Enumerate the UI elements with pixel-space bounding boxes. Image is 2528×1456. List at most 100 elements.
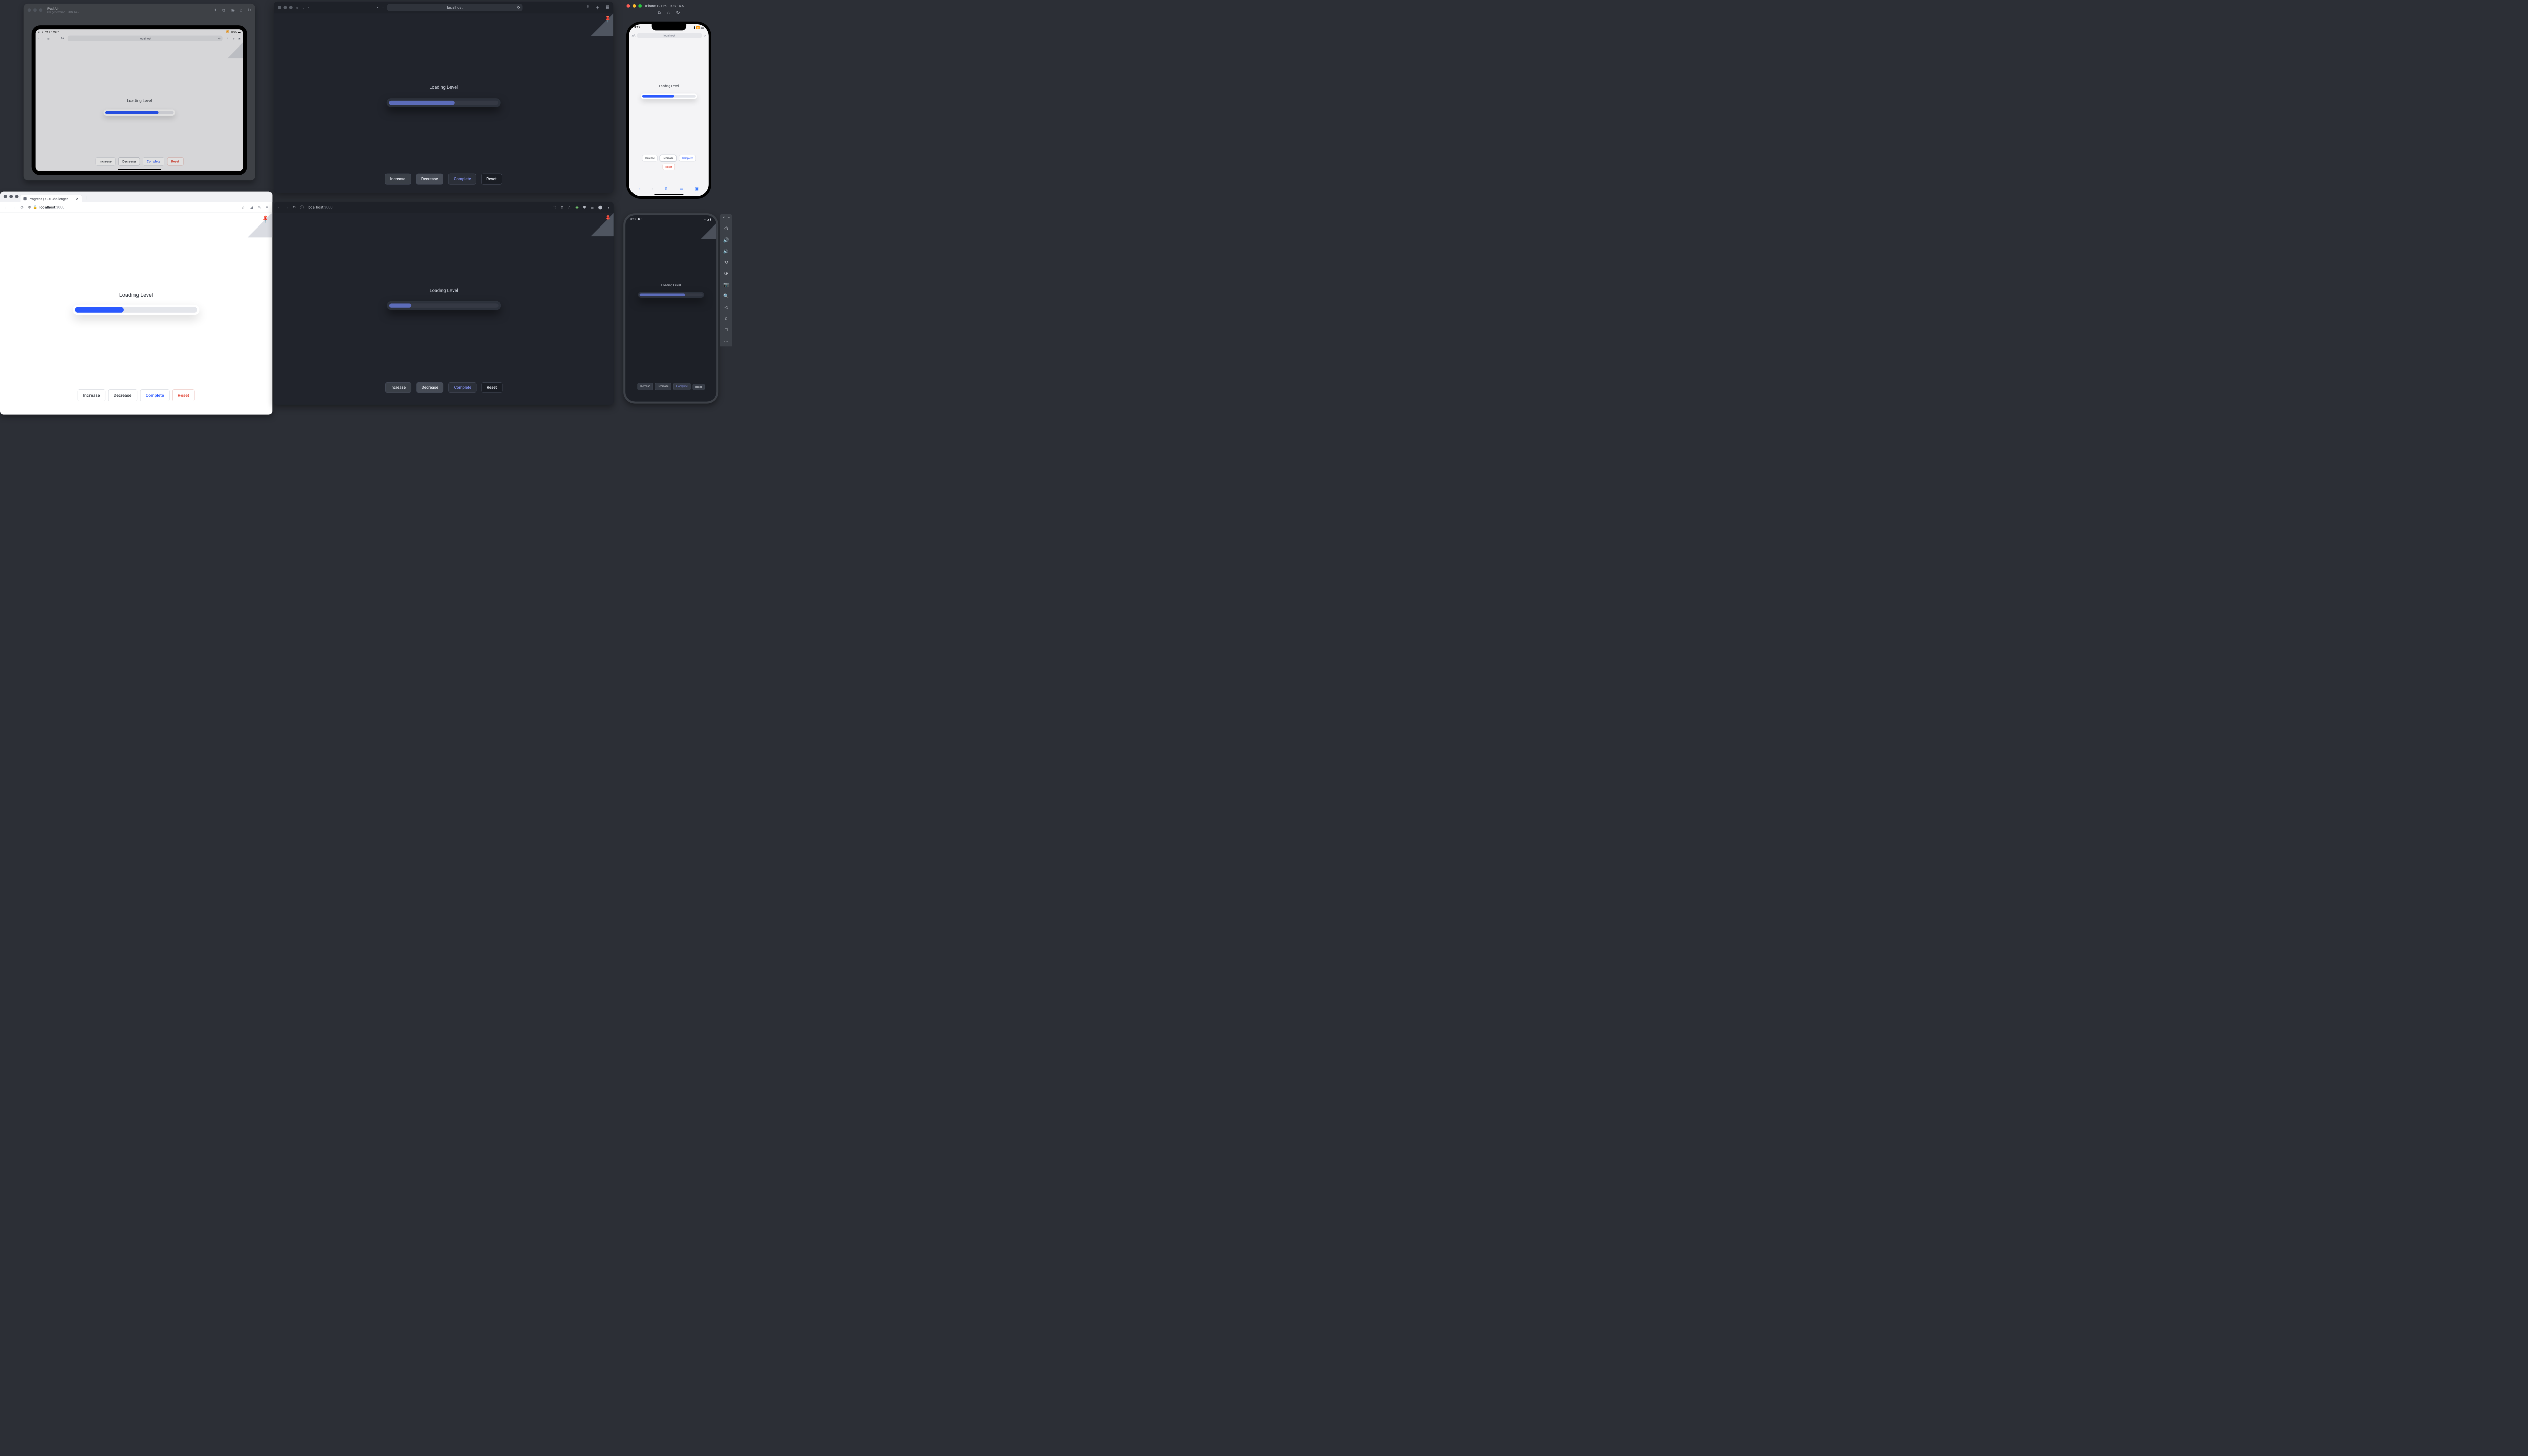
reset-button[interactable]: Reset (692, 384, 704, 390)
new-tab-icon[interactable]: ＋ (232, 37, 235, 40)
complete-button[interactable]: Complete (143, 157, 164, 165)
rotate-left-icon[interactable]: ⟲ (724, 259, 728, 265)
complete-button[interactable]: Complete (448, 174, 476, 185)
increase-button[interactable]: Increase (385, 382, 411, 393)
share-icon[interactable]: ⇪ (227, 37, 229, 40)
forward-icon[interactable]: › (652, 186, 653, 191)
shield-icon[interactable]: ◐ (377, 6, 378, 9)
rotate-right-icon[interactable]: ⟳ (724, 270, 728, 276)
sim-record-icon[interactable]: ◉ (231, 8, 234, 13)
share-icon[interactable]: ⇪ (586, 4, 590, 11)
volume-down-icon[interactable]: 🔉 (723, 248, 729, 254)
bookmarks-icon[interactable]: ▭ (679, 186, 683, 191)
sim-home-icon[interactable]: ⌂ (667, 10, 670, 18)
increase-button[interactable]: Increase (385, 174, 411, 185)
decrease-button[interactable]: Decrease (660, 155, 676, 161)
text-size-icon[interactable]: AA (61, 37, 64, 40)
sidebar-icon[interactable]: ▥ (47, 37, 49, 40)
window-traffic-lights[interactable] (278, 6, 293, 9)
hamburger-menu-icon[interactable]: ≡ (266, 205, 268, 210)
bookmark-star-icon[interactable]: ☆ (568, 205, 571, 210)
install-app-icon[interactable]: ⬚ (553, 205, 556, 210)
sim-rotate-icon[interactable]: ↻ (676, 10, 680, 18)
increase-button[interactable]: Increase (96, 157, 116, 165)
shield-icon[interactable]: ⛨ (28, 205, 31, 210)
volume-up-icon[interactable]: 🔊 (723, 237, 729, 243)
share-icon[interactable]: ⇪ (560, 205, 563, 210)
browser-tab[interactable]: Progress | GUI Challenges ✕ (20, 195, 82, 202)
back-icon[interactable]: ← (278, 205, 281, 210)
reset-button[interactable]: Reset (172, 389, 194, 401)
increase-button[interactable]: Increase (642, 155, 658, 161)
reload-icon[interactable]: ⟳ (20, 205, 24, 210)
chevron-down-icon[interactable]: ⌄ (302, 6, 305, 9)
reset-button[interactable]: Reset (481, 174, 502, 185)
extension-icon[interactable]: ◢ (250, 205, 253, 210)
close-tab-icon[interactable]: ✕ (76, 197, 79, 201)
forward-icon[interactable]: → (285, 205, 289, 210)
info-icon[interactable]: ⓘ (300, 205, 303, 210)
reload-icon[interactable]: ⟳ (293, 205, 296, 210)
reload-icon[interactable]: ⟳ (218, 37, 221, 40)
safari-address-bar[interactable]: localhost ⟳ (387, 4, 523, 11)
decrease-button[interactable]: Decrease (655, 383, 671, 390)
extension-icon[interactable]: ◉ (575, 205, 578, 210)
increase-button[interactable]: Increase (638, 383, 653, 390)
decrease-button[interactable]: Decrease (416, 382, 443, 393)
share-icon[interactable]: ⇪ (664, 186, 668, 191)
window-traffic-lights[interactable] (28, 8, 43, 12)
home-indicator[interactable] (654, 194, 683, 195)
reader-icon[interactable]: ≣ (591, 205, 594, 210)
overview-nav-icon[interactable]: □ (725, 327, 728, 332)
more-icon[interactable]: ⋯ (724, 338, 728, 344)
tabs-icon[interactable]: ▣ (238, 37, 240, 40)
complete-button[interactable]: Complete (448, 382, 476, 393)
complete-button[interactable]: Complete (140, 389, 169, 401)
firefox-address-bar[interactable]: ⛨ 🔒 localhost:3000 (28, 205, 237, 210)
zoom-icon[interactable]: 🔍 (723, 293, 729, 299)
extension-icon[interactable]: ✎ (258, 205, 261, 210)
tabs-icon[interactable]: ▣ (695, 186, 699, 191)
increase-button[interactable]: Increase (78, 389, 105, 401)
complete-button[interactable]: Complete (673, 383, 690, 390)
reset-button[interactable]: Reset (167, 157, 184, 165)
reset-button[interactable]: Reset (663, 164, 675, 170)
back-icon[interactable]: ← (4, 205, 8, 210)
home-indicator[interactable] (118, 169, 161, 170)
complete-button[interactable]: Complete (679, 155, 696, 161)
kebab-menu-icon[interactable]: ⋮ (607, 205, 610, 210)
power-icon[interactable]: ⏻ (724, 225, 728, 231)
back-icon[interactable]: ‹ (308, 6, 309, 9)
back-icon[interactable]: ‹ (639, 186, 641, 191)
home-nav-icon[interactable]: ○ (725, 315, 728, 321)
camera-icon[interactable]: 📷 (723, 282, 729, 288)
demo-viewport-chromium: Loading Level (274, 213, 614, 405)
appearance-icon[interactable]: ◑ (382, 6, 384, 9)
sim-rotate-icon[interactable]: ↻ (248, 8, 251, 13)
reload-icon[interactable]: ⟳ (517, 5, 520, 10)
minimize-icon[interactable]: — (728, 216, 730, 219)
back-nav-icon[interactable]: ◁ (724, 304, 728, 310)
close-icon[interactable]: ✕ (723, 216, 725, 219)
window-traffic-lights[interactable] (4, 195, 19, 198)
decrease-button[interactable]: Decrease (108, 389, 137, 401)
back-icon[interactable]: ‹ (38, 37, 39, 40)
sim-home-icon[interactable]: ⌂ (240, 8, 242, 13)
new-tab-button[interactable]: ＋ (85, 194, 89, 201)
sim-wand-icon[interactable]: ✦ (214, 8, 217, 13)
assistant-icon[interactable]: ⬤ (598, 205, 602, 210)
sim-screenshot-icon[interactable]: ⧉ (658, 10, 661, 18)
bookmark-star-icon[interactable]: ☆ (241, 205, 245, 210)
chromium-address-bar[interactable]: localhost:3000 (308, 205, 333, 210)
window-traffic-lights[interactable] (626, 4, 642, 8)
decrease-button[interactable]: Decrease (416, 174, 443, 185)
reset-button[interactable]: Reset (482, 382, 503, 393)
new-tab-icon[interactable]: ＋ (595, 4, 600, 11)
tab-overview-icon[interactable]: ▦ (605, 4, 609, 11)
decrease-button[interactable]: Decrease (118, 157, 140, 165)
sidebar-icon[interactable]: ▥ (296, 6, 298, 9)
forward-icon[interactable]: → (12, 205, 16, 210)
extensions-puzzle-icon[interactable]: ✱ (583, 205, 586, 210)
ipad-address-bar[interactable]: localhost ⟳ (68, 36, 223, 41)
sim-screenshot-icon[interactable]: ⧉ (222, 8, 225, 13)
